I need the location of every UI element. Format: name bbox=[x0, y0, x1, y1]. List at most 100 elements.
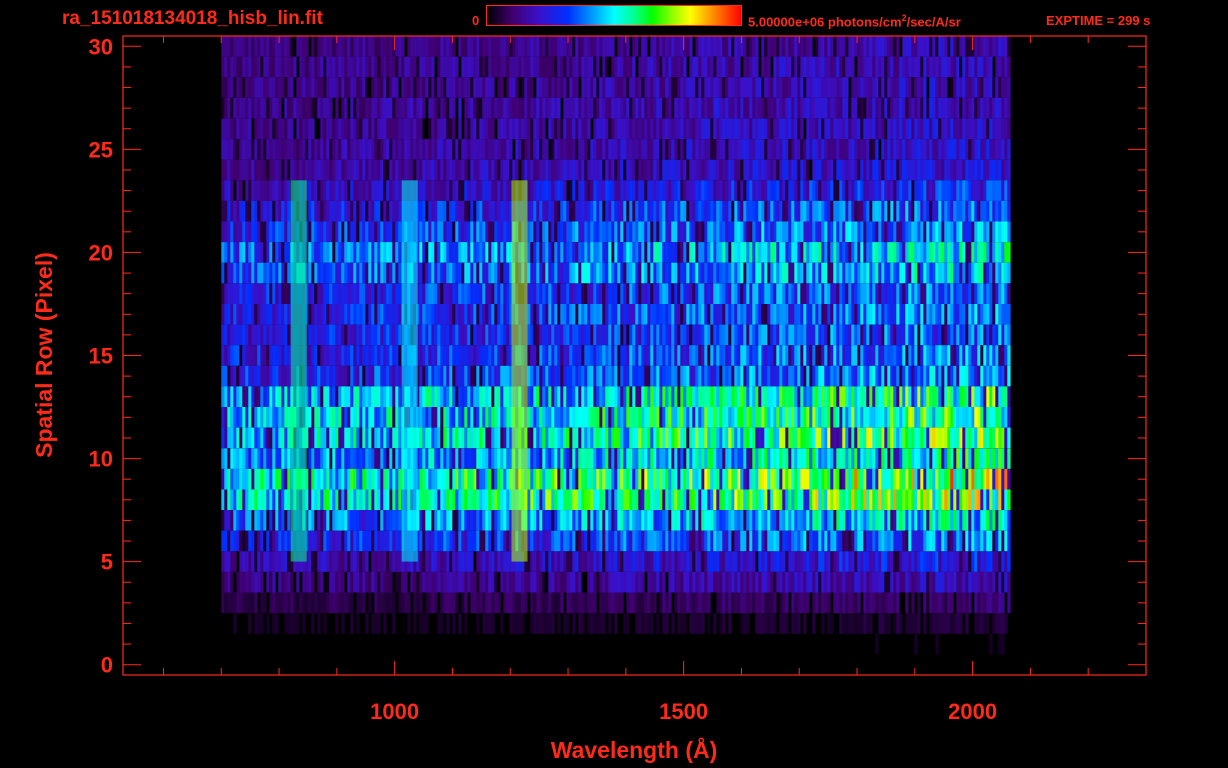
heatmap-cell bbox=[962, 386, 966, 407]
heatmap-cell bbox=[854, 97, 858, 119]
heatmap-cell bbox=[353, 365, 357, 387]
heatmap-cell bbox=[677, 262, 681, 284]
heatmap-cell bbox=[230, 221, 234, 243]
heatmap-cell bbox=[335, 304, 339, 325]
heatmap-cell bbox=[818, 365, 822, 387]
heatmap-cell bbox=[323, 345, 327, 366]
heatmap-cell bbox=[713, 77, 717, 98]
heatmap-cell bbox=[329, 200, 333, 222]
heatmap-cell bbox=[785, 262, 789, 284]
heatmap-cell bbox=[566, 139, 570, 160]
heatmap-cell bbox=[797, 242, 801, 263]
heatmap-cell bbox=[590, 304, 594, 325]
heatmap-cell bbox=[659, 221, 663, 243]
heatmap-cell bbox=[806, 180, 810, 201]
heatmap-cell bbox=[386, 345, 390, 366]
heatmap-cell bbox=[935, 283, 939, 304]
heatmap-cell bbox=[257, 345, 261, 366]
heatmap-cell bbox=[593, 386, 597, 407]
heatmap-cell bbox=[671, 304, 675, 325]
heatmap-cell bbox=[494, 262, 498, 284]
heatmap-cell bbox=[989, 407, 993, 428]
heatmap-cell bbox=[704, 36, 708, 57]
heatmap-cell bbox=[842, 77, 846, 98]
heatmap-cell bbox=[872, 407, 876, 428]
heatmap-cell bbox=[962, 345, 966, 366]
heatmap-cell bbox=[833, 407, 837, 428]
heatmap-cell bbox=[695, 180, 699, 201]
heatmap-cell bbox=[257, 118, 261, 140]
heatmap-cell bbox=[386, 159, 390, 181]
heatmap-cell bbox=[467, 262, 471, 284]
heatmap-cell bbox=[710, 283, 714, 304]
heatmap-cell bbox=[854, 200, 858, 222]
heatmap-cell bbox=[899, 180, 903, 201]
heatmap-cell bbox=[341, 386, 345, 407]
heatmap-cell bbox=[353, 56, 357, 78]
heatmap-cell bbox=[650, 324, 654, 346]
heatmap-cell bbox=[350, 97, 354, 119]
heatmap-cell bbox=[908, 345, 912, 366]
heatmap-cell bbox=[950, 180, 954, 201]
heatmap-cell bbox=[377, 365, 381, 387]
heatmap-cell bbox=[953, 407, 957, 428]
heatmap-cell bbox=[926, 283, 930, 304]
heatmap-cell bbox=[782, 365, 786, 387]
heatmap-cell bbox=[926, 118, 930, 140]
heatmap-cell bbox=[764, 386, 768, 407]
heatmap-cell bbox=[377, 242, 381, 263]
heatmap-cell bbox=[854, 386, 858, 407]
heatmap-cell bbox=[374, 221, 378, 243]
heatmap-cell bbox=[458, 386, 462, 407]
heatmap-cell bbox=[929, 324, 933, 346]
heatmap-cell bbox=[752, 97, 756, 119]
heatmap-cell bbox=[332, 56, 336, 78]
heatmap-cell bbox=[470, 242, 474, 263]
heatmap-cell bbox=[245, 324, 249, 346]
heatmap-cell bbox=[602, 283, 606, 304]
heatmap-cell bbox=[806, 262, 810, 284]
heatmap-cell bbox=[902, 221, 906, 243]
heatmap-cell bbox=[566, 118, 570, 140]
heatmap-cell bbox=[461, 262, 465, 284]
heatmap-cell bbox=[686, 77, 690, 98]
heatmap-cell bbox=[551, 365, 555, 387]
heatmap-cell bbox=[980, 56, 984, 78]
heatmap-cell bbox=[824, 36, 828, 57]
heatmap-cell bbox=[374, 242, 378, 263]
heatmap-cell bbox=[722, 180, 726, 201]
heatmap-cell bbox=[701, 304, 705, 325]
heatmap-cell bbox=[608, 159, 612, 181]
heatmap-cell bbox=[641, 386, 645, 407]
heatmap-cell bbox=[815, 242, 819, 263]
heatmap-cell bbox=[845, 242, 849, 263]
heatmap-cell bbox=[662, 221, 666, 243]
heatmap-cell bbox=[851, 56, 855, 78]
heatmap-cell bbox=[578, 304, 582, 325]
heatmap-cell bbox=[725, 159, 729, 181]
heatmap-cell bbox=[602, 180, 606, 201]
heatmap-cell bbox=[1001, 221, 1005, 243]
heatmap-cell bbox=[326, 386, 330, 407]
heatmap-cell bbox=[380, 221, 384, 243]
heatmap-cell bbox=[839, 262, 843, 284]
heatmap-cell bbox=[665, 324, 669, 346]
heatmap-cell bbox=[653, 365, 657, 387]
heatmap-cell bbox=[818, 200, 822, 222]
heatmap-cell bbox=[311, 283, 315, 304]
heatmap-cell bbox=[758, 324, 762, 346]
heatmap-cell bbox=[221, 56, 225, 78]
heatmap-cell bbox=[1001, 118, 1005, 140]
heatmap-cell bbox=[578, 159, 582, 181]
heatmap-cell bbox=[719, 304, 723, 325]
heatmap-cell bbox=[578, 221, 582, 243]
heatmap-cell bbox=[467, 221, 471, 243]
heatmap-cell bbox=[587, 200, 591, 222]
heatmap-cell bbox=[359, 407, 363, 428]
heatmap-cell bbox=[395, 386, 399, 407]
heatmap-cell bbox=[365, 118, 369, 140]
heatmap-cell bbox=[317, 407, 321, 428]
heatmap-cell bbox=[242, 77, 246, 98]
heatmap-cell bbox=[731, 77, 735, 98]
heatmap-cell bbox=[632, 345, 636, 366]
